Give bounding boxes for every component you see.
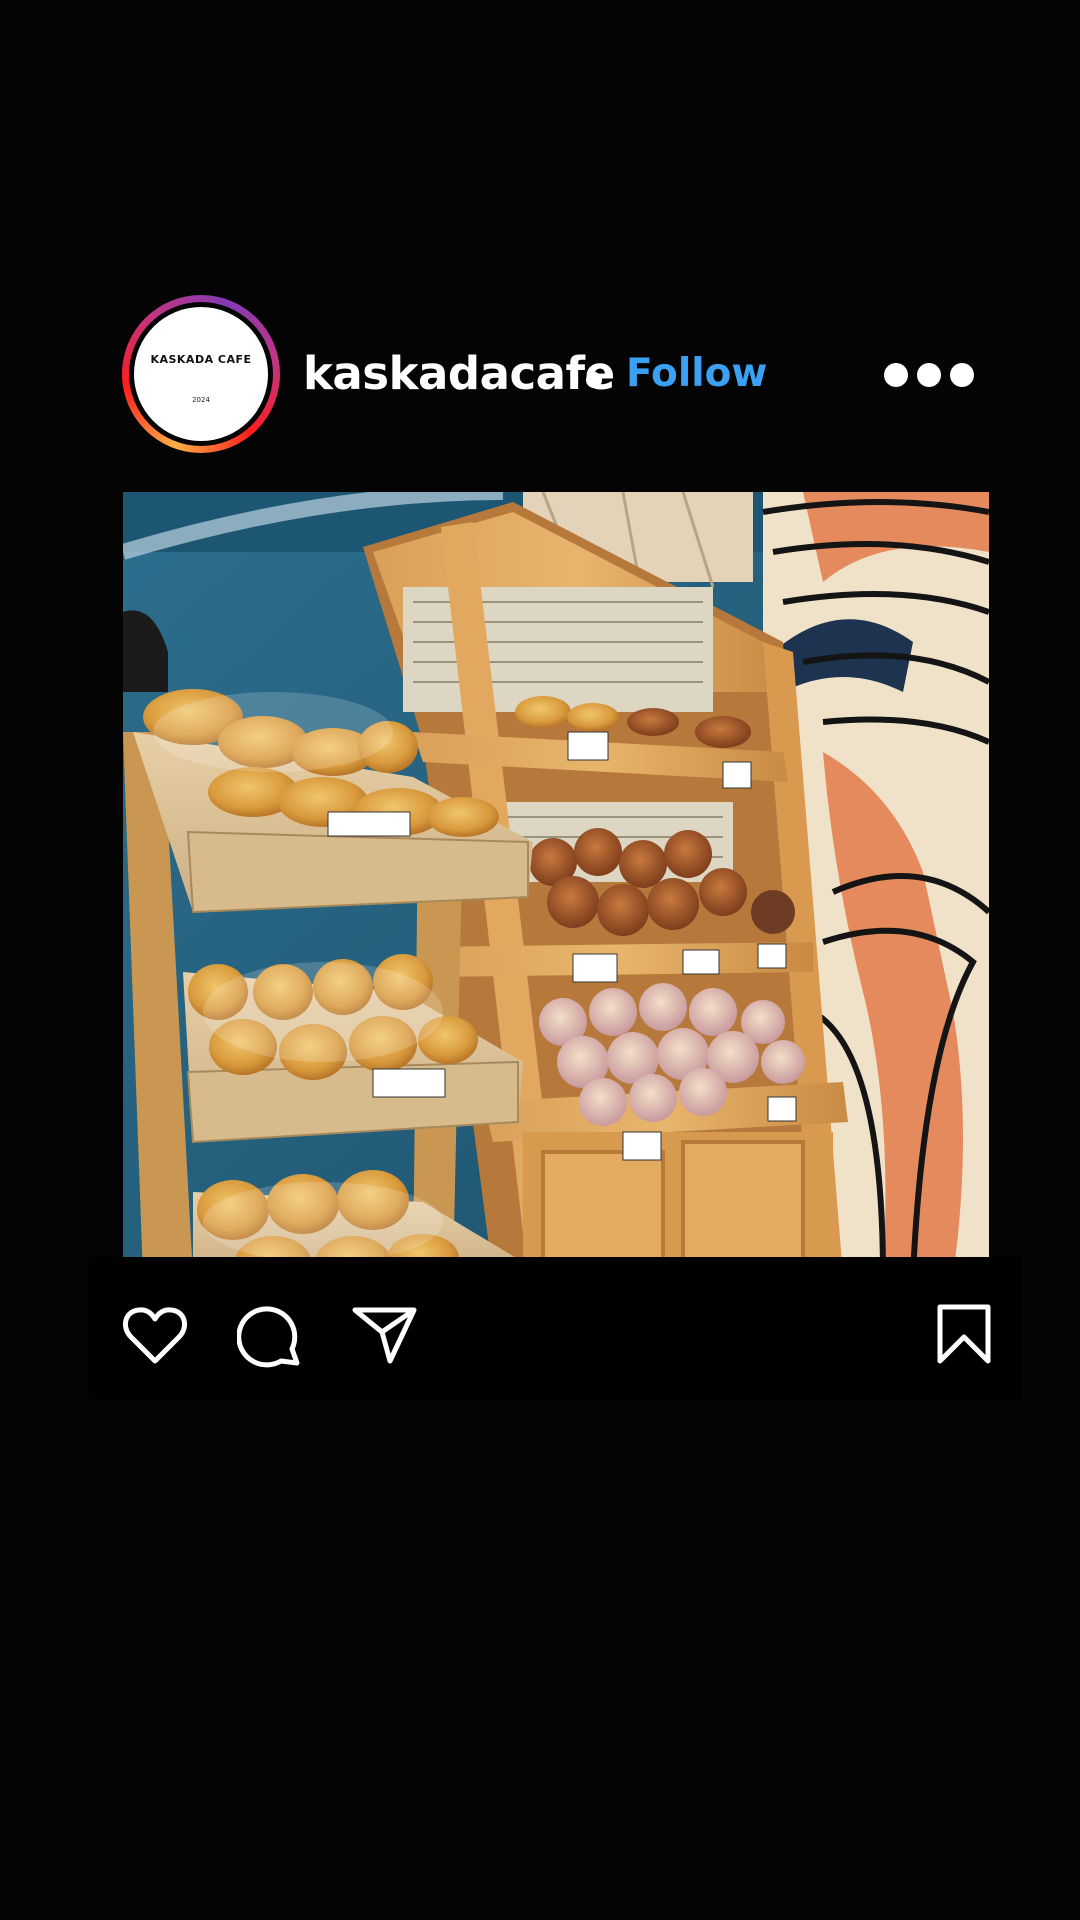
comment-icon[interactable] (237, 1303, 303, 1369)
bakery-shelves-illustration (123, 492, 989, 1276)
more-options-icon[interactable] (884, 363, 974, 389)
avatar-logo-year: 2024 (192, 395, 210, 404)
post-image[interactable] (123, 492, 989, 1276)
profile-avatar[interactable]: KASKADA CAFE 2024 (122, 295, 280, 453)
cafe-logo: KASKADA CAFE 2024 (134, 307, 268, 441)
share-icon[interactable] (352, 1305, 418, 1365)
bookmark-icon[interactable] (936, 1303, 992, 1365)
more-dot (950, 363, 974, 387)
username[interactable]: kaskadacafe (303, 344, 615, 404)
follow-button[interactable]: Follow (626, 344, 767, 404)
more-dot (917, 363, 941, 387)
post-action-bar (89, 1257, 1022, 1399)
more-dot (884, 363, 908, 387)
avatar-logo-text: KASKADA CAFE (150, 352, 252, 366)
heart-icon[interactable] (122, 1305, 188, 1365)
separator-dot (586, 372, 602, 388)
